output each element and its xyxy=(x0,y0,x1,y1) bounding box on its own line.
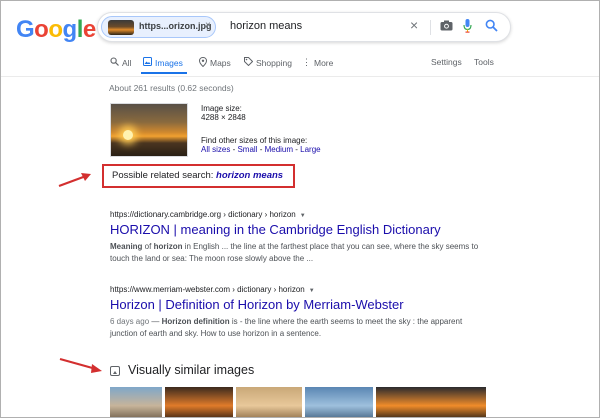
annotation-arrow-icon xyxy=(58,173,91,188)
chip-thumbnail xyxy=(108,20,134,35)
logo-letter: g xyxy=(62,16,78,43)
tab-images-label: Images xyxy=(155,57,183,68)
search-icon xyxy=(110,57,119,68)
result-cite: https://www.merriam-webster.com › dictio… xyxy=(110,285,315,294)
image-icon xyxy=(110,366,120,376)
search-divider xyxy=(430,20,431,35)
similar-image[interactable] xyxy=(110,387,162,417)
query-image-chip[interactable]: https...orizon.jpg × xyxy=(101,16,216,38)
header-divider xyxy=(1,76,599,77)
similar-images-strip xyxy=(110,387,490,417)
related-search-callout: Possible related search: horizon means xyxy=(102,164,295,188)
mic-icon[interactable] xyxy=(463,19,472,36)
settings-label: Settings xyxy=(431,57,462,67)
logo-letter: o xyxy=(34,16,49,43)
size-link-small[interactable]: Small xyxy=(237,145,257,154)
caret-down-icon[interactable]: ▼ xyxy=(309,288,315,294)
other-sizes-label: Find other sizes of this image: xyxy=(201,136,308,145)
related-search-prefix: Possible related search: xyxy=(112,170,214,181)
google-logo[interactable]: Google xyxy=(16,16,96,44)
snippet-text: — xyxy=(149,317,162,326)
caret-down-icon[interactable]: ▼ xyxy=(300,213,306,219)
chip-filename: https...orizon.jpg xyxy=(139,21,212,31)
result-title-link[interactable]: HORIZON | meaning in the Cambridge Engli… xyxy=(110,222,441,237)
related-search-link[interactable]: horizon means xyxy=(216,170,283,181)
tab-more[interactable]: ⋮ More xyxy=(302,57,333,68)
image-size-value: 4288 × 2848 xyxy=(201,113,246,122)
more-vert-icon: ⋮ xyxy=(302,57,311,67)
snippet-bold: horizon xyxy=(153,242,183,251)
result-snippet: 6 days ago — Horizon definition is - the… xyxy=(110,316,490,340)
annotation-arrow-icon xyxy=(59,357,102,373)
similar-image[interactable] xyxy=(236,387,302,417)
similar-image[interactable] xyxy=(376,387,486,417)
active-tab-indicator xyxy=(141,72,187,74)
tab-maps[interactable]: Maps xyxy=(198,56,231,69)
snippet-bold: Meaning xyxy=(110,242,143,251)
size-link-large[interactable]: Large xyxy=(300,145,320,154)
result-url: https://www.merriam-webster.com › dictio… xyxy=(110,285,305,294)
tab-all-label: All xyxy=(122,57,132,68)
browser-frame: Google https...orizon.jpg × horizon mean… xyxy=(0,0,600,418)
tab-more-label: More xyxy=(314,57,334,68)
similar-images-heading[interactable]: Visually similar images xyxy=(128,363,254,377)
tag-icon xyxy=(244,57,254,68)
result-snippet: Meaning of horizon in English ... the li… xyxy=(110,241,490,265)
snippet-text: of xyxy=(142,242,154,251)
query-image-thumbnail[interactable] xyxy=(110,103,188,157)
snippet-date: 6 days ago xyxy=(110,317,150,326)
search-input[interactable]: horizon means xyxy=(230,20,302,32)
snippet-bold: Horizon definition xyxy=(161,317,230,326)
tab-maps-label: Maps xyxy=(210,58,231,68)
separator: - xyxy=(257,145,265,154)
size-link-all[interactable]: All sizes xyxy=(201,145,230,154)
tab-images[interactable]: Images xyxy=(143,57,183,68)
similar-image[interactable] xyxy=(165,387,233,417)
result-stats: About 261 results (0.62 seconds) xyxy=(109,83,234,93)
related-search-text: Possible related search: horizon means xyxy=(112,170,283,181)
clear-icon[interactable]: × xyxy=(410,17,418,33)
tab-shopping-label: Shopping xyxy=(256,57,292,68)
image-size-label: Image size: xyxy=(201,104,242,113)
logo-letter: G xyxy=(16,16,35,43)
chip-close-icon[interactable]: × xyxy=(205,20,211,31)
size-link-medium[interactable]: Medium xyxy=(265,145,293,154)
tab-shopping[interactable]: Shopping xyxy=(244,57,292,68)
similar-image[interactable] xyxy=(305,387,373,417)
search-bar[interactable]: https...orizon.jpg × horizon means × xyxy=(97,12,511,42)
tools-label: Tools xyxy=(474,57,494,67)
sun-graphic xyxy=(123,130,133,140)
tab-all[interactable]: All xyxy=(110,57,131,68)
tools-link[interactable]: Tools xyxy=(474,57,494,67)
image-icon xyxy=(143,57,152,68)
settings-link[interactable]: Settings xyxy=(431,57,462,67)
result-cite: https://dictionary.cambridge.org › dicti… xyxy=(110,210,306,219)
search-tabs: All Images Maps Shopping ⋮ More Settings xyxy=(1,56,599,77)
result-title-link[interactable]: Horizon | Definition of Horizon by Merri… xyxy=(110,297,404,312)
search-icon[interactable] xyxy=(485,19,498,35)
result-url: https://dictionary.cambridge.org › dicti… xyxy=(110,210,296,219)
camera-icon[interactable] xyxy=(440,19,453,34)
size-links: All sizes - Small - Medium - Large xyxy=(201,145,321,154)
logo-letter: e xyxy=(82,16,96,43)
map-pin-icon xyxy=(198,56,208,69)
logo-letter: o xyxy=(48,16,63,43)
